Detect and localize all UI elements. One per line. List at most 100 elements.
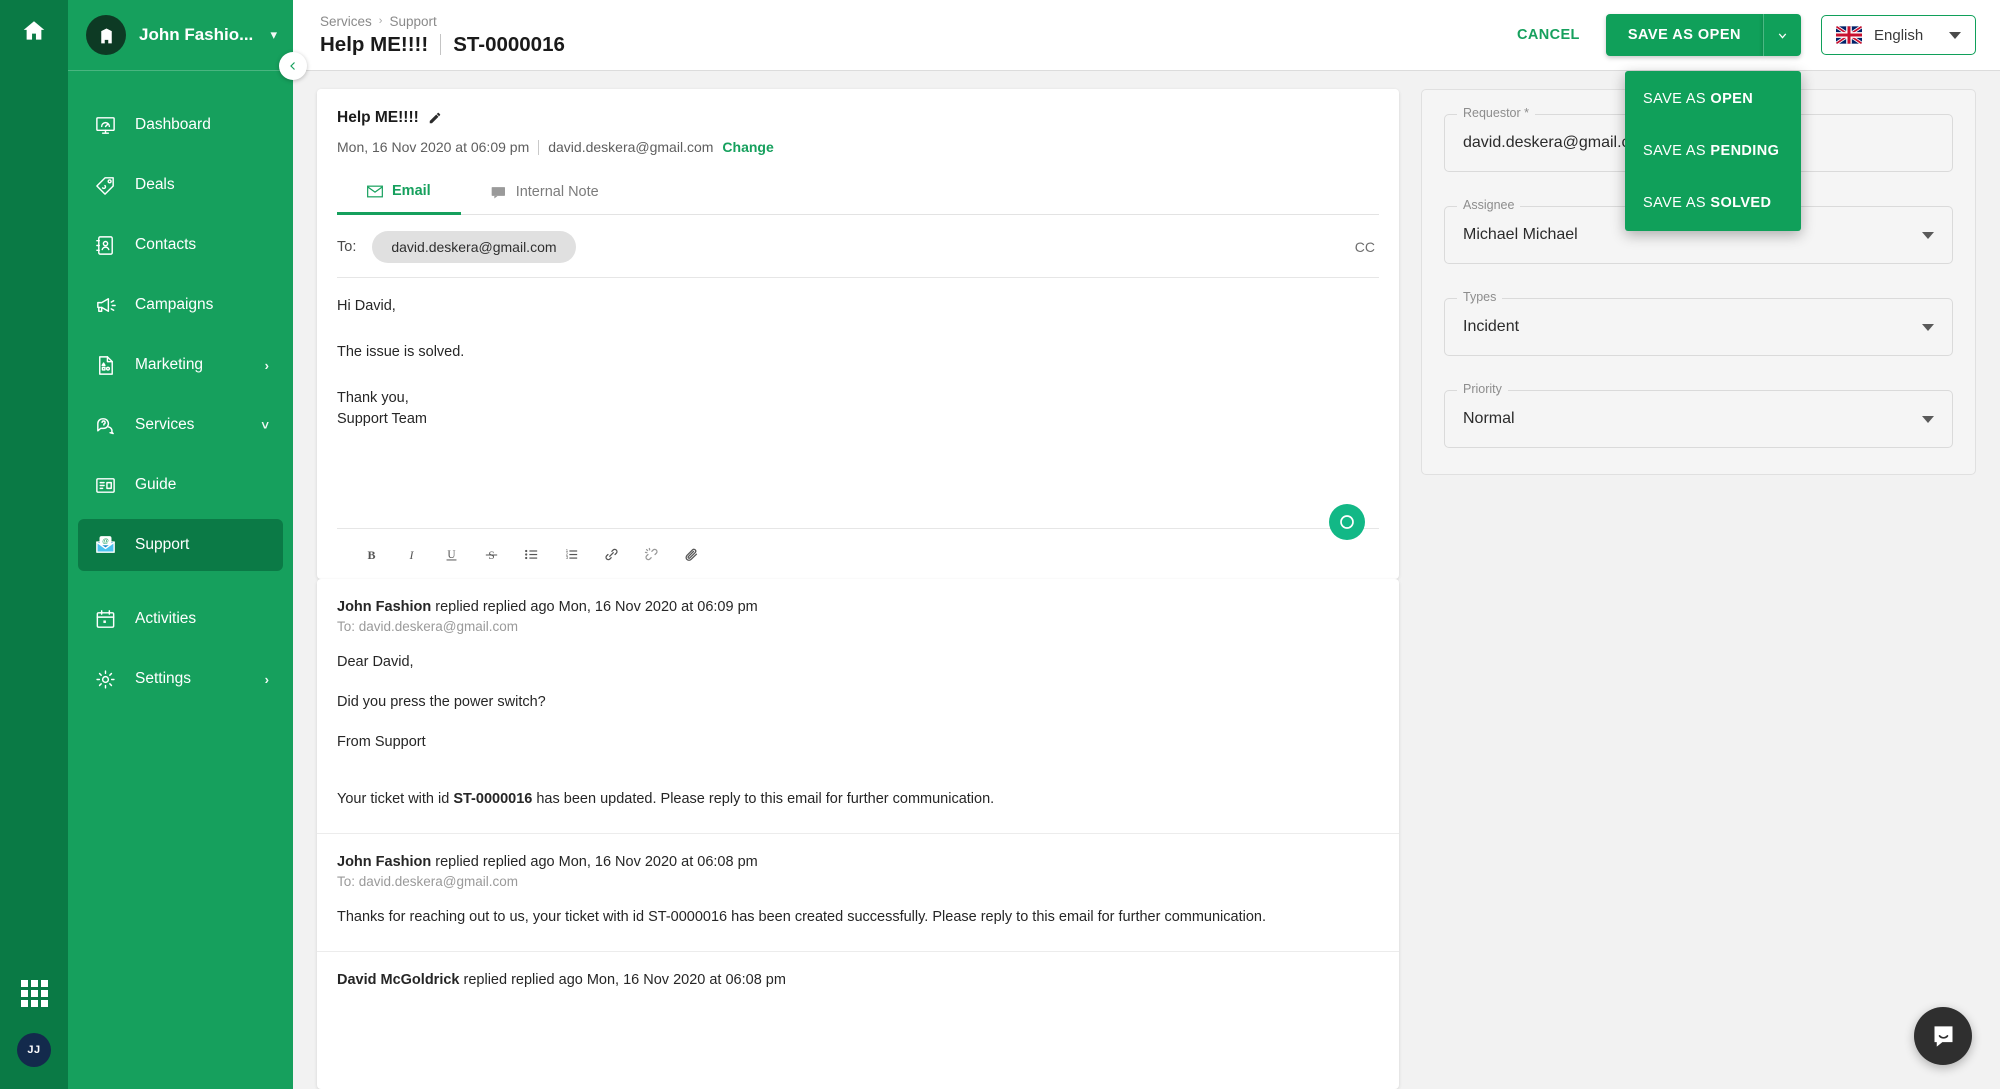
rail-bottom: JJ — [17, 980, 51, 1067]
message-author: David McGoldrick — [337, 971, 460, 988]
rich-text-toolbar: B I U S 1 2 3 — [337, 528, 1379, 579]
language-label: English — [1874, 26, 1924, 44]
meta-divider — [538, 139, 540, 155]
sidebar-item-contacts[interactable]: Contacts — [78, 219, 283, 271]
org-switcher[interactable]: John Fashio... ▾ — [68, 0, 293, 71]
compose-body[interactable]: Hi David, The issue is solved. Thank you… — [337, 278, 1379, 540]
message-header: David McGoldrick replied replied ago Mon… — [337, 972, 1379, 988]
menu-item-save-as-pending[interactable]: SAVE AS PENDING — [1625, 125, 1801, 177]
cancel-button[interactable]: CANCEL — [1511, 19, 1586, 51]
field-label: Assignee — [1457, 198, 1521, 212]
menu-item-save-as-solved[interactable]: SAVE AS SOLVED — [1625, 177, 1801, 229]
menu-item-save-as-open[interactable]: SAVE AS OPEN — [1625, 73, 1801, 125]
sidebar-item-activities[interactable]: Activities — [78, 593, 283, 645]
language-selector[interactable]: English — [1821, 15, 1976, 55]
breadcrumb-parent[interactable]: Services — [320, 14, 372, 29]
conversation-column: Help ME!!!! Mon, 16 Nov 2020 at 06:09 pm… — [317, 89, 1399, 1089]
calendar-icon — [92, 606, 118, 632]
priority-select[interactable]: Normal — [1444, 390, 1953, 448]
bold-icon[interactable]: B — [351, 539, 391, 569]
sidebar-item-services[interactable]: Services ˅ — [78, 399, 283, 451]
attachment-icon[interactable] — [671, 539, 711, 569]
apps-grid-icon[interactable] — [20, 980, 48, 1007]
change-requester-link[interactable]: Change — [722, 139, 773, 155]
ticket-meta: Mon, 16 Nov 2020 at 06:09 pm david.deske… — [337, 139, 1379, 155]
to-label: To: — [337, 239, 357, 255]
save-split-button: SAVE AS OPEN SAVE AS OPEN SAVE AS PENDIN… — [1605, 14, 1801, 231]
message-header: John Fashion replied replied ago Mon, 16… — [337, 854, 1379, 870]
message-paragraph: From Support — [337, 733, 426, 750]
properties-column: Requestor * david.deskera@gmail.com Assi… — [1421, 89, 1976, 1089]
sidebar-item-label: Contacts — [135, 236, 197, 253]
tab-internal-note[interactable]: Internal Note — [461, 171, 629, 214]
sidebar-item-support[interactable]: @ Support — [78, 519, 283, 571]
save-dropdown-toggle[interactable] — [1763, 14, 1801, 56]
bullet-list-icon[interactable] — [511, 539, 551, 569]
message-meta: replied replied ago Mon, 16 Nov 2020 at … — [435, 854, 758, 870]
tab-email[interactable]: Email — [337, 171, 461, 215]
cc-link[interactable]: CC — [1355, 239, 1379, 255]
svg-text:I: I — [408, 547, 414, 561]
building-icon — [86, 15, 126, 55]
sidebar-item-settings[interactable]: Settings › — [78, 653, 283, 705]
unlink-icon[interactable] — [631, 539, 671, 569]
sidebar-item-label: Support — [135, 536, 190, 553]
menu-item-prefix: SAVE AS — [1643, 195, 1711, 211]
sidebar-nav: Dashboard Deals Contacts Campaigns Marke… — [68, 71, 293, 709]
sidebar-item-label: Services — [135, 416, 195, 433]
caret-down-icon — [1922, 415, 1934, 423]
italic-icon[interactable]: I — [391, 539, 431, 569]
field-types: Types Incident — [1444, 290, 1953, 356]
sidebar-item-dashboard[interactable]: Dashboard — [78, 99, 283, 151]
ticket-timestamp: Mon, 16 Nov 2020 at 06:09 pm — [337, 139, 530, 155]
thread-message: John Fashion replied replied ago Mon, 16… — [317, 833, 1399, 951]
notice-prefix: Your ticket with id — [337, 791, 454, 808]
sidebar-item-campaigns[interactable]: Campaigns — [78, 279, 283, 331]
breadcrumb-line: Services › Support — [320, 14, 565, 29]
ticket-requester-email: david.deskera@gmail.com — [548, 139, 714, 155]
icon-rail: JJ — [0, 0, 68, 1089]
sidebar-item-label: Activities — [135, 610, 197, 627]
intercom-chat-icon[interactable] — [1914, 1007, 1972, 1065]
subject-text: Help ME!!!! — [337, 109, 419, 126]
types-select[interactable]: Incident — [1444, 298, 1953, 356]
send-circle-icon[interactable] — [1329, 504, 1365, 540]
tab-label: Email — [392, 183, 431, 199]
breadcrumb-current[interactable]: Support — [389, 14, 436, 29]
rail-top — [21, 18, 47, 44]
strikethrough-icon[interactable]: S — [471, 539, 511, 569]
link-icon[interactable] — [591, 539, 631, 569]
ticket-id: ST-0000016 — [453, 32, 565, 56]
message-notice: Your ticket with id ST-0000016 has been … — [337, 789, 1379, 811]
menu-item-prefix: SAVE AS — [1643, 91, 1711, 107]
sidebar-item-deals[interactable]: Deals — [78, 159, 283, 211]
recipient-chip[interactable]: david.deskera@gmail.com — [372, 231, 576, 263]
message-body: Thanks for reaching out to us, your tick… — [337, 909, 1266, 925]
sidebar-collapse-button[interactable] — [279, 52, 307, 80]
message-header: John Fashion replied replied ago Mon, 16… — [337, 599, 1379, 615]
dashboard-monitor-icon — [92, 112, 118, 138]
message-paragraph: Dear David, — [337, 654, 414, 670]
field-value: Incident — [1463, 318, 1520, 335]
menu-item-status: SOLVED — [1710, 195, 1772, 211]
pencil-icon[interactable] — [428, 111, 442, 125]
underline-icon[interactable]: U — [431, 539, 471, 569]
message-recipient: To: david.deskera@gmail.com — [337, 619, 519, 634]
sidebar-item-guide[interactable]: Guide — [78, 459, 283, 511]
sidebar-item-label: Deals — [135, 176, 175, 193]
avatar[interactable]: JJ — [17, 1033, 51, 1067]
chevron-down-icon: ˅ — [261, 417, 269, 433]
save-button[interactable]: SAVE AS OPEN — [1605, 14, 1763, 56]
notice-suffix: has been updated. Please reply to this e… — [532, 791, 995, 808]
chevron-down-icon[interactable]: ▾ — [270, 27, 277, 43]
support-envelope-icon: @ — [92, 532, 118, 558]
compose-line: The issue is solved. — [337, 343, 465, 360]
breadcrumb-separator-icon: › — [378, 15, 383, 27]
home-icon[interactable] — [21, 18, 47, 44]
top-bar: Services › Support Help ME!!!! ST-000001… — [293, 0, 2000, 231]
document-shapes-icon — [92, 352, 118, 378]
sidebar-item-label: Dashboard — [135, 116, 211, 133]
sidebar-item-marketing[interactable]: Marketing › — [78, 339, 283, 391]
numbered-list-icon[interactable]: 123 — [551, 539, 591, 569]
